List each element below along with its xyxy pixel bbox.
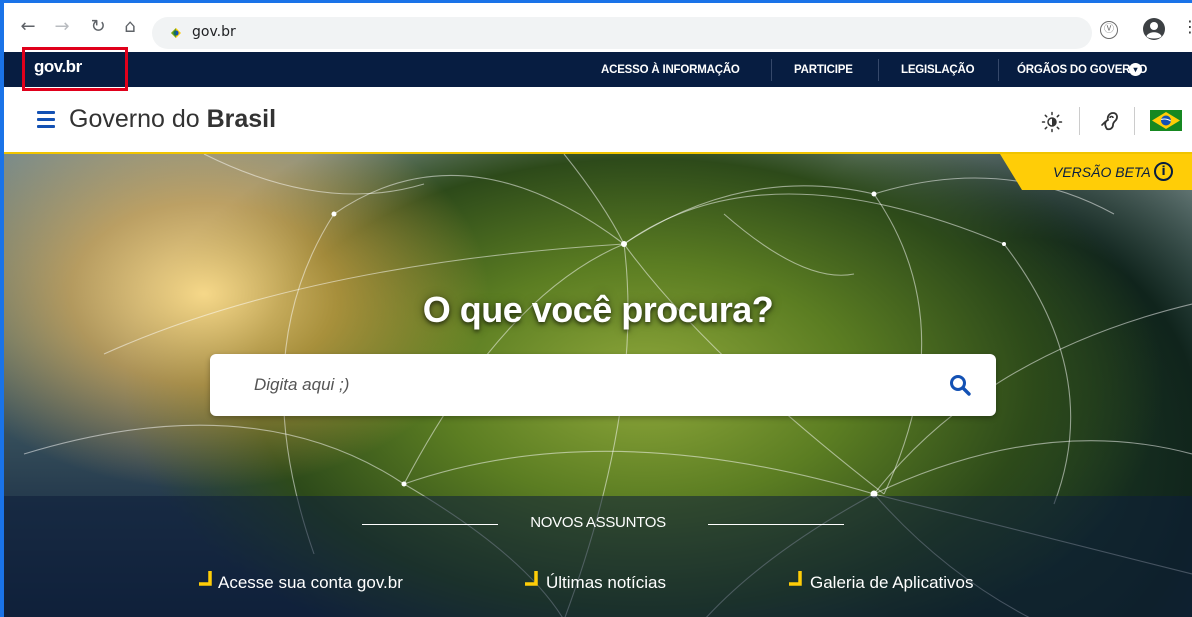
quick-link-galeria-aplicativos[interactable]: Galeria de Aplicativos [810,573,973,593]
beta-label[interactable]: VERSÃO BETA [1053,164,1151,180]
reload-icon[interactable]: ↻ [88,17,108,37]
novos-assuntos-band: NOVOS ASSUNTOS Acesse sua conta gov.br Ú… [4,496,1192,617]
site-title-bold: Brasil [206,105,277,133]
contrast-icon[interactable] [1041,111,1063,133]
chevron-down-icon[interactable]: ▾ [1129,63,1142,76]
url-text: gov.br [192,24,236,40]
site-title-regular: Governo do [69,105,207,133]
forward-icon[interactable]: → [52,17,72,37]
search-icon[interactable] [948,373,972,397]
quick-link-ultimas-noticias[interactable]: Últimas notícias [546,573,666,593]
gov-top-bar: gov.br ACESSO À INFORMAÇÃO PARTICIPE LEG… [4,52,1192,87]
top-link-orgaos-governo[interactable]: ÓRGÃOS DO GOVERNO [1017,64,1147,76]
brazil-flag-icon[interactable] [1150,110,1182,131]
browser-menu-icon[interactable]: ⋮ [1182,17,1192,36]
screenshot-frame: ← → ↻ ⌂ gov.br Ⓥ ⋮ gov.br ACESSO À INFOR… [0,0,1192,617]
search-input[interactable] [254,368,914,402]
top-link-acesso-informacao[interactable]: ACESSO À INFORMAÇÃO [601,64,740,76]
logo-highlight-box [22,47,128,91]
divider [1134,107,1135,135]
site-favicon-icon [171,28,181,38]
hamburger-menu-icon[interactable] [37,111,55,128]
search-box [210,354,996,416]
profile-icon[interactable] [1142,17,1166,41]
home-icon[interactable]: ⌂ [120,17,140,37]
hero-banner: VERSÃO BETA i O que você procura? NOVOS … [4,154,1192,617]
divider [998,59,999,81]
address-bar[interactable]: gov.br [152,17,1092,49]
corner-arrow-icon [199,571,212,586]
divider [708,524,844,525]
site-title: Governo do Brasil [69,105,276,134]
corner-arrow-icon [789,571,802,586]
corner-arrow-icon [525,571,538,586]
browser-toolbar: ← → ↻ ⌂ gov.br Ⓥ ⋮ [4,3,1192,52]
info-icon[interactable]: i [1154,162,1173,181]
divider [1079,107,1080,135]
novos-assuntos-title: NOVOS ASSUNTOS [530,514,666,531]
top-link-legislacao[interactable]: LEGISLAÇÃO [901,64,975,76]
divider [878,59,879,81]
divider [771,59,772,81]
libras-accessibility-icon[interactable] [1098,109,1122,133]
back-icon[interactable]: ← [18,17,38,37]
quick-link-acesse-conta[interactable]: Acesse sua conta gov.br [218,573,403,593]
site-header: Governo do Brasil [4,87,1192,154]
extension-icon[interactable]: Ⓥ [1100,21,1118,39]
top-link-participe[interactable]: PARTICIPE [794,64,853,76]
hero-title: O que você procura? [422,289,774,330]
